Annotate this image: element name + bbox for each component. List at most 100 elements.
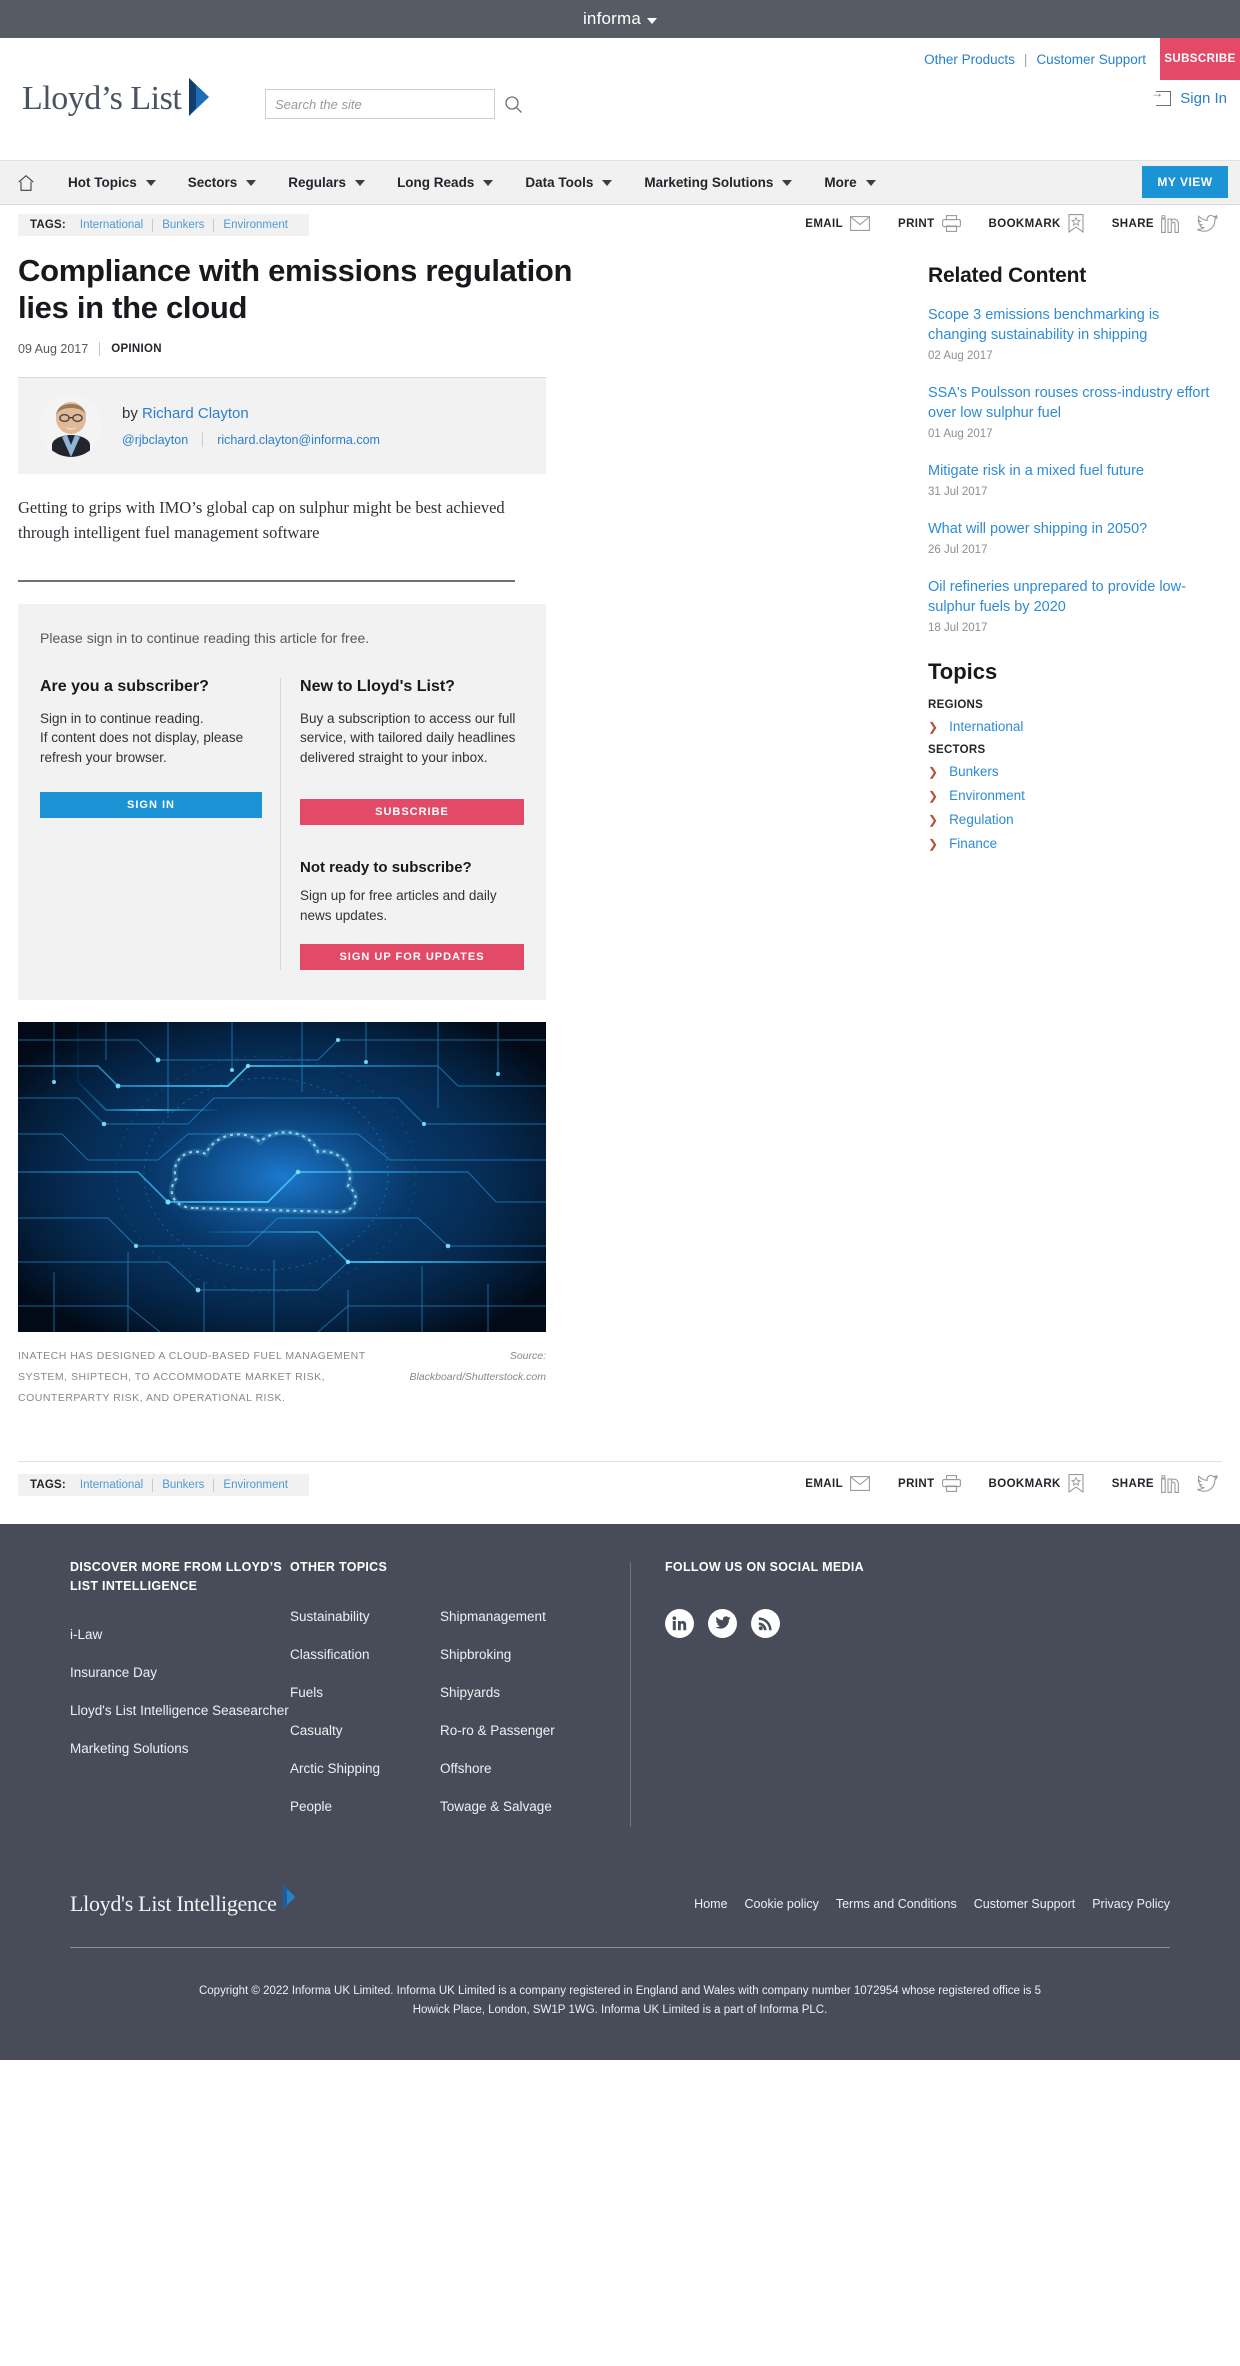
site-logo[interactable]: Lloyd’s List	[22, 78, 211, 116]
topic-label: International	[949, 719, 1024, 734]
paywall-panel: Please sign in to continue reading this …	[18, 603, 546, 1001]
footer-link-roro-passenger[interactable]: Ro-ro & Passenger	[440, 1723, 630, 1738]
tag-international[interactable]: International	[71, 1479, 152, 1491]
bookmark-action[interactable]: BOOKMARK	[989, 1474, 1084, 1494]
twitter-icon[interactable]	[1197, 1474, 1218, 1493]
customer-support-link[interactable]: Customer Support	[1036, 52, 1146, 67]
paywall-right-body: Buy a subscription to access our full se…	[300, 710, 516, 765]
related-date: 26 Jul 2017	[928, 544, 988, 556]
tag-bunkers[interactable]: Bunkers	[153, 219, 213, 231]
topic-link-environment[interactable]: ❯ Environment	[928, 788, 1222, 803]
author-link[interactable]: Richard Clayton	[142, 405, 249, 422]
nav-item-hot-topics[interactable]: Hot Topics	[52, 161, 172, 204]
informa-top-bar[interactable]: informa	[0, 0, 1240, 38]
nav-label: Hot Topics	[68, 175, 137, 190]
print-action[interactable]: PRINT	[898, 1475, 961, 1493]
nav-item-regulars[interactable]: Regulars	[272, 161, 381, 204]
search-area	[265, 89, 523, 119]
sign-in-button[interactable]: SIGN IN	[40, 792, 263, 819]
tag-bar-bottom: TAGS: International Bunkers Environment	[18, 1474, 309, 1497]
twitter-icon[interactable]	[708, 1608, 737, 1638]
bookmark-star-icon	[1068, 214, 1084, 233]
other-products-link[interactable]: Other Products	[924, 52, 1015, 67]
envelope-icon	[850, 1476, 870, 1492]
footer-link-home[interactable]: Home	[694, 1897, 727, 1911]
nav-item-data-tools[interactable]: Data Tools	[509, 161, 628, 204]
sign-in-row[interactable]: Sign In	[1151, 87, 1227, 107]
footer-column-discover: DISCOVER MORE FROM LLOYD’S LIST INTELLIG…	[70, 1558, 290, 1836]
rss-icon[interactable]	[751, 1608, 780, 1638]
footer-link-classification[interactable]: Classification	[290, 1647, 440, 1662]
lloyds-arrow-icon	[187, 76, 211, 116]
related-link[interactable]: Mitigate risk in a mixed fuel future	[928, 461, 1218, 481]
footer-link-insurance-day[interactable]: Insurance Day	[70, 1665, 290, 1680]
linkedin-icon[interactable]	[1161, 1474, 1180, 1493]
related-content-heading: Related Content	[928, 264, 1087, 287]
topic-label: Bunkers	[949, 764, 999, 779]
footer-link-cookie-policy[interactable]: Cookie policy	[745, 1897, 819, 1911]
nav-item-sectors[interactable]: Sectors	[172, 161, 273, 204]
share-label: SHARE	[1111, 1477, 1154, 1490]
footer-link-shipbroking[interactable]: Shipbroking	[440, 1647, 630, 1662]
author-email-link[interactable]: richard.clayton@informa.com	[217, 433, 380, 447]
section-kicker: OPINION	[111, 343, 162, 356]
tag-bunkers[interactable]: Bunkers	[153, 1479, 213, 1491]
footer-logo[interactable]: Lloyd's List Intelligence	[70, 1884, 297, 1917]
topic-link-finance[interactable]: ❯ Finance	[928, 836, 1222, 851]
subscribe-button-paywall[interactable]: SUBSCRIBE	[300, 799, 524, 826]
footer-link-offshore[interactable]: Offshore	[440, 1761, 630, 1776]
footer-link-shipmanagement[interactable]: Shipmanagement	[440, 1609, 630, 1624]
bookmark-action[interactable]: BOOKMARK	[989, 214, 1084, 233]
footer-link-arctic-shipping[interactable]: Arctic Shipping	[290, 1761, 440, 1776]
footer-link-terms[interactable]: Terms and Conditions	[836, 1897, 957, 1911]
footer-link-marketing-solutions[interactable]: Marketing Solutions	[70, 1741, 290, 1756]
my-view-button[interactable]: MY VIEW	[1142, 166, 1228, 198]
author-twitter-handle[interactable]: @rjbclayton	[122, 433, 188, 447]
topic-link-bunkers[interactable]: ❯ Bunkers	[928, 764, 1222, 779]
footer-link-casualty[interactable]: Casualty	[290, 1723, 440, 1738]
tags-label: TAGS:	[30, 219, 66, 231]
linkedin-icon[interactable]	[1161, 214, 1180, 233]
sign-in-label[interactable]: Sign In	[1180, 90, 1227, 107]
search-button[interactable]	[504, 95, 523, 114]
footer-link-seasearcher[interactable]: Lloyd's List Intelligence Seasearcher	[70, 1703, 290, 1718]
search-input[interactable]	[265, 89, 495, 119]
avatar	[40, 395, 102, 458]
footer-link-fuels[interactable]: Fuels	[290, 1685, 440, 1700]
related-link[interactable]: Oil refineries unprepared to provide low…	[928, 577, 1218, 617]
chevron-right-icon: ❯	[928, 719, 939, 734]
twitter-icon[interactable]	[1197, 214, 1218, 233]
linkedin-icon[interactable]	[665, 1608, 694, 1638]
utility-separator: |	[1023, 51, 1028, 67]
share-action[interactable]: SHARE	[1112, 214, 1218, 233]
nav-item-marketing-solutions[interactable]: Marketing Solutions	[628, 161, 808, 204]
topic-link-regulation[interactable]: ❯ Regulation	[928, 812, 1222, 827]
nav-item-more[interactable]: More	[808, 161, 891, 204]
share-action[interactable]: SHARE	[1111, 1474, 1218, 1493]
footer-link-privacy-policy[interactable]: Privacy Policy	[1092, 1897, 1170, 1911]
footer-link-sustainability[interactable]: Sustainability	[290, 1609, 440, 1624]
footer-link-towage-salvage[interactable]: Towage & Salvage	[440, 1799, 630, 1814]
chevron-down-icon[interactable]	[647, 17, 658, 24]
footer-link-shipyards[interactable]: Shipyards	[440, 1685, 630, 1700]
related-link[interactable]: SSA's Poulsson rouses cross-industry eff…	[928, 383, 1218, 423]
tag-environment[interactable]: Environment	[214, 1479, 297, 1491]
footer-link-people[interactable]: People	[290, 1799, 440, 1814]
print-label: PRINT	[898, 217, 935, 230]
related-link[interactable]: Scope 3 emissions benchmarking is changi…	[928, 305, 1218, 345]
subscribe-button-header[interactable]: SUBSCRIBE	[1160, 38, 1240, 80]
related-link[interactable]: What will power shipping in 2050?	[928, 519, 1218, 539]
nav-home-button[interactable]	[0, 161, 52, 204]
email-action[interactable]: EMAIL	[805, 1476, 870, 1492]
footer-link-customer-support[interactable]: Customer Support	[974, 1897, 1075, 1911]
footer-link-ilaw[interactable]: i-Law	[70, 1627, 290, 1642]
nav-item-long-reads[interactable]: Long Reads	[381, 161, 509, 204]
tag-international[interactable]: International	[71, 219, 152, 231]
tag-environment[interactable]: Environment	[214, 219, 297, 231]
email-action[interactable]: EMAIL	[805, 216, 870, 231]
topic-link-international[interactable]: ❯ International	[928, 719, 1222, 734]
nav-label: Sectors	[187, 175, 238, 190]
print-action[interactable]: PRINT	[898, 215, 961, 232]
home-icon	[18, 174, 34, 191]
sign-up-updates-button[interactable]: SIGN UP FOR UPDATES	[300, 944, 524, 971]
